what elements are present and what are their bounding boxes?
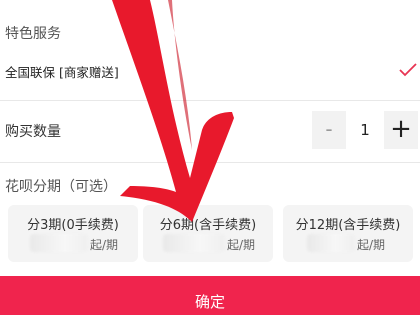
installment-option-12[interactable]: 分12期(含手续费) 起/期 (283, 205, 413, 262)
installment-title: 花呗分期（可选） (5, 179, 117, 195)
quantity-value[interactable]: 1 (348, 111, 382, 149)
warranty-label: 全国联保 [商家赠送] (5, 65, 119, 80)
check-icon (399, 63, 417, 77)
installment-option-6[interactable]: 分6期(含手续费) 起/期 (143, 205, 273, 262)
quantity-stepper: - 1 + (312, 111, 418, 149)
installment-per-period: 起/期 (227, 238, 256, 252)
special-service-title: 特色服务 (5, 26, 61, 42)
decrease-quantity-button[interactable]: - (312, 111, 346, 149)
blurred-price (30, 234, 88, 252)
installment-per-period: 起/期 (90, 238, 119, 252)
installment-option-title: 分3期(0手续费) (27, 218, 119, 233)
increase-quantity-button[interactable]: + (384, 111, 418, 149)
divider (0, 162, 420, 163)
blurred-price (163, 234, 225, 252)
divider (0, 100, 420, 101)
nationwide-warranty-option[interactable]: 全国联保 [商家赠送] (0, 52, 420, 88)
blurred-price (307, 234, 355, 252)
installment-option-3[interactable]: 分3期(0手续费) 起/期 (8, 205, 138, 262)
installment-option-title: 分6期(含手续费) (159, 218, 257, 233)
quantity-label: 购买数量 (5, 124, 61, 140)
red-arrow-annotation (112, 0, 234, 222)
confirm-button[interactable]: 确定 (0, 276, 420, 315)
installment-option-title: 分12期(含手续费) (295, 218, 401, 233)
installment-per-period: 起/期 (357, 238, 386, 252)
